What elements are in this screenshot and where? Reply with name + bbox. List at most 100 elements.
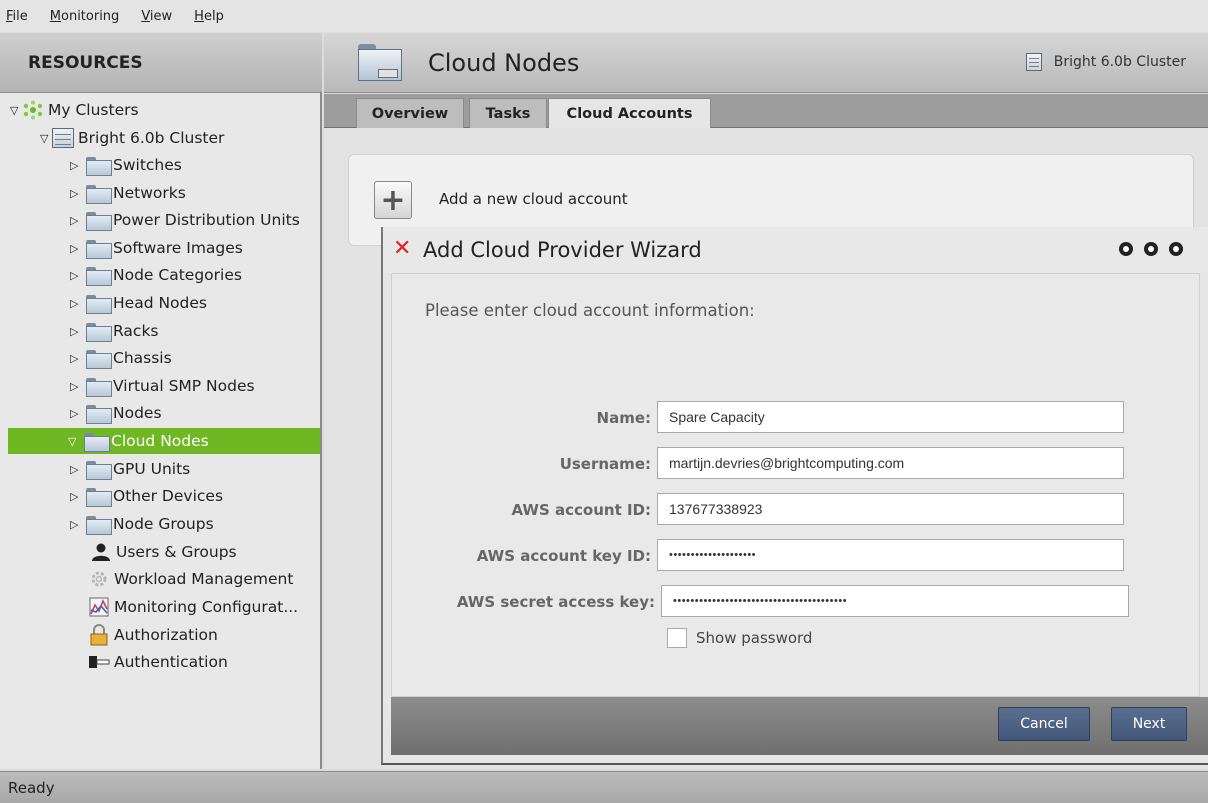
tree-label: Users & Groups bbox=[116, 543, 237, 561]
tree-item-pdus[interactable]: ▷ Power Distribution Units bbox=[70, 207, 300, 233]
tree-item-workload-management[interactable]: Workload Management bbox=[88, 566, 293, 592]
tab-overview[interactable]: Overview bbox=[356, 98, 464, 128]
folder-icon bbox=[86, 349, 112, 369]
tree-item-networks[interactable]: ▷ Networks bbox=[70, 180, 186, 206]
wizard-title: Add Cloud Provider Wizard bbox=[423, 238, 702, 262]
show-password-checkbox[interactable] bbox=[667, 628, 687, 648]
collapsed-triangle-icon[interactable]: ▷ bbox=[70, 490, 82, 503]
menu-help[interactable]: Help bbox=[194, 9, 224, 24]
tree-label: Virtual SMP Nodes bbox=[113, 377, 255, 395]
collapsed-triangle-icon[interactable]: ▷ bbox=[70, 518, 82, 531]
show-password-label: Show password bbox=[696, 629, 813, 647]
server-icon bbox=[52, 128, 74, 148]
collapsed-triangle-icon[interactable]: ▷ bbox=[70, 380, 82, 393]
folder-icon bbox=[86, 156, 112, 176]
tree-item-switches[interactable]: ▷ Switches bbox=[70, 152, 182, 178]
tree-label: Monitoring Configurat... bbox=[114, 598, 299, 616]
aws-key-id-field[interactable]: •••••••••••••••••••• bbox=[657, 539, 1124, 571]
menu-bar: File Monitoring View Help bbox=[0, 0, 1208, 32]
folder-icon bbox=[86, 377, 112, 397]
collapsed-triangle-icon[interactable]: ▷ bbox=[70, 352, 82, 365]
tree-label: Workload Management bbox=[114, 570, 294, 588]
resource-tree[interactable]: ▽ My Clusters ▽ Bright 6.0b Cluster ▷ Sw… bbox=[0, 93, 322, 769]
tree-item-other-devices[interactable]: ▷ Other Devices bbox=[70, 483, 223, 509]
tree-item-virtual-smp-nodes[interactable]: ▷ Virtual SMP Nodes bbox=[70, 373, 255, 399]
menu-view[interactable]: View bbox=[141, 9, 172, 24]
menu-file[interactable]: File bbox=[6, 9, 28, 24]
folder-icon bbox=[86, 487, 112, 507]
tree-label: Networks bbox=[113, 184, 186, 202]
collapsed-triangle-icon[interactable]: ▷ bbox=[70, 463, 82, 476]
expanded-triangle-icon[interactable]: ▽ bbox=[10, 104, 22, 117]
tree-item-software-images[interactable]: ▷ Software Images bbox=[70, 235, 243, 261]
add-account-button[interactable]: + bbox=[374, 181, 412, 219]
next-button[interactable]: Next bbox=[1111, 707, 1187, 741]
folder-icon bbox=[86, 211, 112, 231]
folder-icon bbox=[86, 239, 112, 259]
tree-item-chassis[interactable]: ▷ Chassis bbox=[70, 345, 172, 371]
collapsed-triangle-icon[interactable]: ▷ bbox=[70, 159, 82, 172]
tree-item-cluster[interactable]: ▽ Bright 6.0b Cluster bbox=[40, 125, 224, 151]
collapsed-triangle-icon[interactable]: ▷ bbox=[70, 214, 82, 227]
tree-label: GPU Units bbox=[113, 460, 191, 478]
collapsed-triangle-icon[interactable]: ▷ bbox=[70, 407, 82, 420]
tree-label: Authorization bbox=[114, 626, 218, 644]
tree-item-authorization[interactable]: Authorization bbox=[88, 622, 218, 648]
user-icon bbox=[90, 542, 112, 562]
close-window-icon[interactable] bbox=[1169, 242, 1183, 256]
wizard-title-bar[interactable]: ✕ Add Cloud Provider Wizard bbox=[383, 227, 1208, 273]
aws-account-id-field[interactable]: 137677338923 bbox=[657, 493, 1124, 525]
username-field[interactable]: martijn.devries@brightcomputing.com bbox=[657, 447, 1124, 479]
collapsed-triangle-icon[interactable]: ▷ bbox=[70, 325, 82, 338]
tree-label: My Clusters bbox=[48, 101, 139, 119]
tree-item-gpu-units[interactable]: ▷ GPU Units bbox=[70, 456, 190, 482]
folder-icon bbox=[86, 460, 112, 480]
maximize-window-icon[interactable] bbox=[1144, 242, 1158, 256]
tree-item-racks[interactable]: ▷ Racks bbox=[70, 318, 159, 344]
tab-cloud-accounts[interactable]: Cloud Accounts bbox=[548, 98, 711, 129]
page-title: Cloud Nodes bbox=[428, 49, 580, 77]
add-cloud-provider-wizard: ✕ Add Cloud Provider Wizard Please enter… bbox=[381, 227, 1208, 765]
tree-label: Power Distribution Units bbox=[113, 211, 300, 229]
key-icon bbox=[88, 652, 110, 672]
aws-secret-key-field[interactable]: •••••••••••••••••••••••••••••••••••••••• bbox=[661, 585, 1129, 617]
menu-monitoring[interactable]: Monitoring bbox=[50, 9, 120, 24]
tab-tasks[interactable]: Tasks bbox=[469, 98, 547, 128]
tree-item-users-groups[interactable]: Users & Groups bbox=[90, 539, 237, 565]
folder-icon bbox=[86, 404, 112, 424]
wizard-close-icon[interactable]: ✕ bbox=[393, 236, 411, 261]
tree-item-monitoring-configuration[interactable]: Monitoring Configurat... bbox=[88, 594, 298, 620]
tree-item-cloud-nodes[interactable]: ▽ Cloud Nodes bbox=[8, 428, 320, 454]
collapsed-triangle-icon[interactable]: ▷ bbox=[70, 187, 82, 200]
tree-item-nodes[interactable]: ▷ Nodes bbox=[70, 400, 162, 426]
folder-icon bbox=[86, 322, 112, 342]
tree-item-my-clusters[interactable]: ▽ My Clusters bbox=[10, 97, 139, 123]
tree-label: Software Images bbox=[113, 239, 243, 257]
lock-icon bbox=[88, 624, 110, 646]
server-icon bbox=[1025, 53, 1042, 71]
expanded-triangle-icon[interactable]: ▽ bbox=[68, 435, 80, 448]
aws-key-id-label: AWS account key ID: bbox=[476, 547, 651, 565]
tree-label: Other Devices bbox=[113, 487, 224, 505]
page-header: Cloud Nodes Bright 6.0b Cluster bbox=[324, 33, 1208, 93]
tree-label: Nodes bbox=[113, 404, 162, 422]
tree-item-node-groups[interactable]: ▷ Node Groups bbox=[70, 511, 214, 537]
clusters-icon bbox=[22, 100, 44, 120]
tree-item-authentication[interactable]: Authentication bbox=[88, 649, 228, 675]
wizard-footer: Cancel Next bbox=[391, 697, 1208, 755]
resources-header: RESOURCES bbox=[0, 33, 322, 93]
folder-icon bbox=[86, 266, 112, 286]
collapsed-triangle-icon[interactable]: ▷ bbox=[70, 297, 82, 310]
gear-icon bbox=[88, 569, 110, 589]
name-field[interactable]: Spare Capacity bbox=[657, 401, 1124, 433]
cancel-button[interactable]: Cancel bbox=[998, 707, 1090, 741]
cloud-nodes-folder-icon bbox=[358, 44, 402, 82]
tree-item-head-nodes[interactable]: ▷ Head Nodes bbox=[70, 290, 207, 316]
collapsed-triangle-icon[interactable]: ▷ bbox=[70, 242, 82, 255]
collapsed-triangle-icon[interactable]: ▷ bbox=[70, 269, 82, 282]
tree-item-node-categories[interactable]: ▷ Node Categories bbox=[70, 262, 242, 288]
minimize-window-icon[interactable] bbox=[1119, 242, 1133, 256]
expanded-triangle-icon[interactable]: ▽ bbox=[40, 132, 52, 145]
folder-icon bbox=[86, 515, 112, 535]
tree-label: Chassis bbox=[113, 349, 172, 367]
